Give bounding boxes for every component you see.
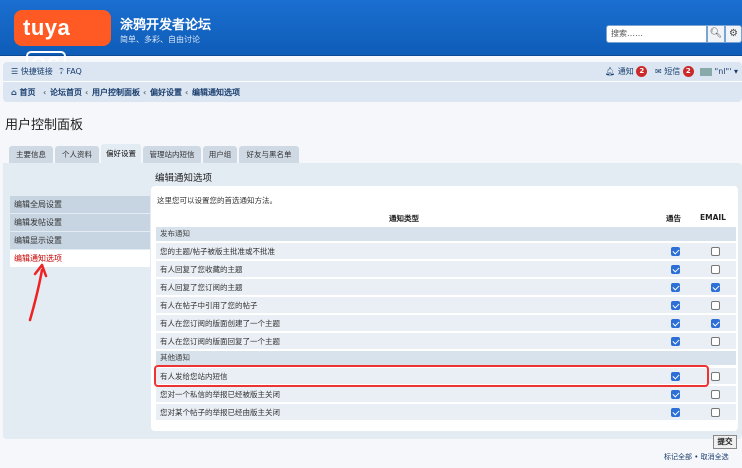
- messages-link[interactable]: ✉ 短信 2: [655, 62, 694, 82]
- tuya-os-logo[interactable]: tuyaOS: [14, 10, 111, 79]
- row-label: 您对一个私信的举报已经被版主关闭: [160, 390, 280, 399]
- notice-checkbox[interactable]: [671, 301, 680, 310]
- section-heading: 发布通知: [156, 227, 736, 241]
- breadcrumb-item: 首页: [19, 88, 36, 97]
- row-label: 您的主题/帖子被版主批准或不批准: [160, 247, 276, 256]
- intro-text: 这里您可以设置您的首选通知方法。: [157, 196, 277, 205]
- tab-preferences[interactable]: 偏好设置: [101, 144, 141, 163]
- user-menu[interactable]: "nl"' ▾: [700, 62, 738, 82]
- breadcrumb-home[interactable]: ⌂ 首页: [11, 83, 36, 102]
- row-label: 您对某个帖子的举报已经由版主关闭: [160, 408, 280, 417]
- notifications-label: 通知: [617, 67, 634, 76]
- faq-label: FAQ: [66, 67, 82, 76]
- mark-all-link[interactable]: 标记全部: [664, 453, 692, 461]
- site-description: 简单、多彩、自由讨论: [120, 35, 200, 44]
- breadcrumb-item[interactable]: 用户控制面板: [92, 83, 140, 102]
- breadcrumb-item-current[interactable]: 编辑通知选项: [192, 83, 240, 102]
- sidebar-item-posting[interactable]: 编辑发帖设置: [10, 214, 150, 231]
- breadcrumb: ⌂ 首页 ‹ 论坛首页 ‹ 用户控制面板 ‹ 偏好设置 ‹ 编辑通知选项: [3, 83, 742, 102]
- notifications-badge: 2: [636, 66, 648, 77]
- breadcrumb-item[interactable]: 偏好设置: [150, 83, 182, 102]
- sidebar-item-display[interactable]: 编辑显示设置: [10, 232, 150, 249]
- email-checkbox[interactable]: [711, 408, 720, 417]
- email-checkbox[interactable]: [711, 319, 720, 328]
- row-label: 有人回复了您收藏的主题: [160, 265, 243, 274]
- email-checkbox[interactable]: [711, 337, 720, 346]
- notice-checkbox[interactable]: [671, 408, 680, 417]
- table-row: 您对一个私信的举报已经被版主关闭: [156, 386, 736, 403]
- email-checkbox[interactable]: [711, 301, 720, 310]
- annotation-highlight-box: [154, 365, 709, 387]
- email-checkbox[interactable]: [711, 390, 720, 399]
- tab-main-info[interactable]: 主要信息: [9, 146, 53, 163]
- table-row: 有人回复了您订阅的主题: [156, 279, 736, 296]
- tab-usergroups[interactable]: 用户组: [203, 146, 237, 163]
- faq-link[interactable]: ❔︎ FAQ: [59, 62, 82, 82]
- inbox-icon: ✉: [655, 67, 662, 76]
- nav-links-row: ☰ 快捷链接 ❔︎ FAQ 🔔︎ 通知 2 ✉ 短信 2 "nl"' ▾: [3, 62, 742, 82]
- username: "nl"': [714, 67, 732, 76]
- notice-checkbox[interactable]: [671, 247, 680, 256]
- notice-checkbox[interactable]: [671, 265, 680, 274]
- search-input[interactable]: 搜索……: [606, 25, 707, 43]
- messages-label: 短信: [664, 67, 681, 76]
- site-title[interactable]: 涂鸦开发者论坛: [120, 14, 211, 33]
- navbar: ☰ 快捷链接 ❔︎ FAQ 🔔︎ 通知 2 ✉ 短信 2 "nl"' ▾ ⌂ 首…: [3, 62, 742, 102]
- bell-icon: 🔔︎: [605, 67, 616, 76]
- page-title: 用户控制面板: [5, 118, 84, 133]
- row-label: 有人回复了您订阅的主题: [160, 283, 243, 292]
- column-header-type: 通知类型: [389, 214, 419, 223]
- table-row: 有人回复了您收藏的主题: [156, 261, 736, 278]
- row-label: 有人在您订阅的版面创建了一个主题: [160, 319, 280, 328]
- breadcrumb-separator: ‹: [85, 88, 89, 97]
- row-label: 有人在帖子中引用了您的帖子: [160, 301, 258, 310]
- notice-checkbox[interactable]: [671, 283, 680, 292]
- logo-text: tuya: [23, 15, 71, 40]
- email-checkbox[interactable]: [711, 247, 720, 256]
- column-header-notice: 通告: [666, 214, 681, 223]
- email-checkbox[interactable]: [711, 372, 720, 381]
- breadcrumb-separator: ‹: [43, 88, 47, 97]
- table-row: 有人在您订阅的版面创建了一个主题: [156, 315, 736, 332]
- email-checkbox[interactable]: [711, 265, 720, 274]
- content-title: 编辑通知选项: [155, 173, 213, 184]
- quick-links-menu[interactable]: ☰ 快捷链接: [11, 62, 53, 82]
- notice-checkbox[interactable]: [671, 337, 680, 346]
- table-row: 您的主题/帖子被版主批准或不批准: [156, 243, 736, 260]
- table-row: 有人在帖子中引用了您的帖子: [156, 297, 736, 314]
- email-checkbox[interactable]: [711, 283, 720, 292]
- messages-badge: 2: [682, 66, 694, 77]
- tab-private-messages[interactable]: 管理站内短信: [143, 146, 201, 163]
- tab-friends-foes[interactable]: 好友与黑名单: [239, 146, 299, 163]
- quick-links-label: 快捷链接: [20, 67, 53, 76]
- gear-icon[interactable]: ⚙: [725, 25, 742, 43]
- site-header: tuyaOS 涂鸦开发者论坛 简单、多彩、自由讨论 搜索…… 🔍︎ ⚙: [0, 0, 742, 79]
- question-icon: ❔︎: [59, 67, 64, 76]
- home-icon: ⌂: [11, 88, 17, 97]
- section-heading: 其他通知: [156, 351, 736, 365]
- table-row: 有人在您订阅的版面回复了一个主题: [156, 333, 736, 350]
- submit-button[interactable]: 提交: [713, 435, 737, 449]
- notice-checkbox[interactable]: [671, 390, 680, 399]
- footer-links: 标记全部 • 取消全选: [664, 452, 729, 462]
- avatar: [700, 67, 712, 76]
- annotation-arrow: [28, 263, 48, 322]
- row-label: 有人在您订阅的版面回复了一个主题: [160, 337, 280, 346]
- breadcrumb-separator: ‹: [143, 88, 147, 97]
- notifications-link[interactable]: 🔔︎ 通知 2: [605, 62, 648, 82]
- search-icon[interactable]: 🔍︎: [707, 25, 725, 43]
- column-header-email: EMAIL: [700, 213, 726, 222]
- breadcrumb-separator: ‹: [185, 88, 189, 97]
- link-separator: •: [694, 453, 699, 461]
- notice-checkbox[interactable]: [671, 319, 680, 328]
- tab-profile[interactable]: 个人资料: [55, 146, 99, 163]
- chevron-down-icon: ▾: [733, 67, 738, 76]
- table-row: 您对某个帖子的举报已经由版主关闭: [156, 404, 736, 421]
- sidebar-item-global[interactable]: 编辑全局设置: [10, 196, 150, 213]
- breadcrumb-item[interactable]: 论坛首页: [50, 83, 82, 102]
- unmark-all-link[interactable]: 取消全选: [701, 453, 729, 461]
- menu-icon: ☰: [11, 67, 19, 76]
